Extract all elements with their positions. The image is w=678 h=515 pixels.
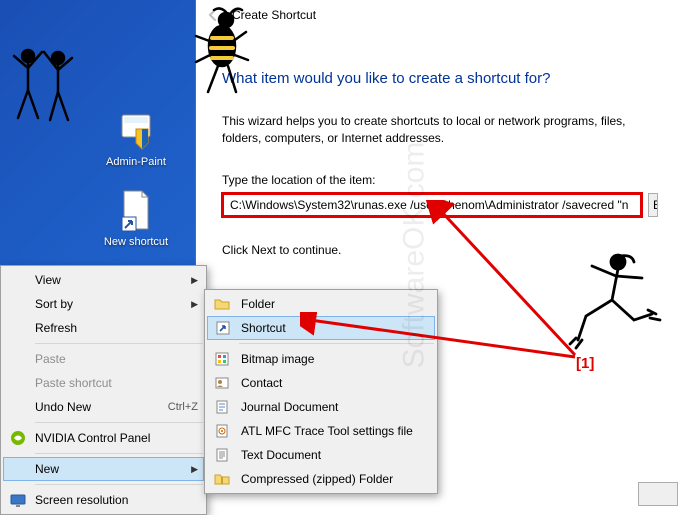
back-button[interactable] <box>204 6 222 24</box>
settings-file-icon <box>213 422 231 440</box>
menu-view[interactable]: View▶ <box>3 268 204 292</box>
menu-separator <box>35 343 203 344</box>
location-label: Type the location of the item: <box>222 173 658 187</box>
submenu-journal[interactable]: Journal Document <box>207 395 435 419</box>
menu-separator <box>239 343 434 344</box>
wizard-description: This wizard helps you to create shortcut… <box>222 113 658 147</box>
wizard-title: Create Shortcut <box>232 8 316 22</box>
chevron-right-icon: ▶ <box>191 275 198 286</box>
menu-undo-new[interactable]: Undo NewCtrl+Z <box>3 395 204 419</box>
new-submenu: Folder Shortcut Bitmap image Contact Jou… <box>204 289 438 494</box>
click-next-text: Click Next to continue. <box>222 243 658 257</box>
shortcut-icon <box>214 319 232 337</box>
menu-shortcut-key: Ctrl+Z <box>168 401 198 413</box>
submenu-folder[interactable]: Folder <box>207 292 435 316</box>
menu-refresh[interactable]: Refresh <box>3 316 204 340</box>
desktop-icon-label: New shortcut <box>104 236 168 248</box>
menu-separator <box>35 484 203 485</box>
menu-screen-resolution[interactable]: Screen resolution <box>3 488 204 512</box>
contact-icon <box>213 374 231 392</box>
menu-separator <box>35 453 203 454</box>
text-file-icon <box>213 446 231 464</box>
decoration-figure-right <box>556 248 666 358</box>
monitor-icon <box>9 491 27 509</box>
menu-sort-by[interactable]: Sort by▶ <box>3 292 204 316</box>
location-input[interactable] <box>222 193 642 217</box>
nvidia-icon <box>9 429 27 447</box>
submenu-compressed[interactable]: Compressed (zipped) Folder <box>207 467 435 491</box>
desktop-context-menu: View▶ Sort by▶ Refresh Paste Paste short… <box>0 265 207 515</box>
submenu-contact[interactable]: Contact <box>207 371 435 395</box>
shield-paint-icon <box>115 110 157 152</box>
submenu-shortcut[interactable]: Shortcut <box>207 316 435 340</box>
menu-nvidia[interactable]: NVIDIA Control Panel <box>3 426 204 450</box>
wizard-button-area[interactable] <box>638 482 678 506</box>
chevron-right-icon: ▶ <box>191 464 198 475</box>
shortcut-file-icon <box>115 190 157 232</box>
zip-folder-icon <box>213 470 231 488</box>
browse-button[interactable]: B <box>648 193 658 217</box>
wizard-titlebar: Create Shortcut <box>196 0 678 30</box>
journal-icon <box>213 398 231 416</box>
desktop-icon-new-shortcut[interactable]: New shortcut <box>98 190 174 248</box>
wizard-heading: What item would you like to create a sho… <box>222 70 658 87</box>
annotation-label-1: [1] <box>576 355 594 372</box>
menu-separator <box>35 422 203 423</box>
menu-new[interactable]: New▶ <box>3 457 204 481</box>
bitmap-icon <box>213 350 231 368</box>
chevron-right-icon: ▶ <box>191 299 198 310</box>
decoration-figures-left <box>6 38 88 128</box>
desktop-icon-admin-paint[interactable]: Admin-Paint <box>98 110 174 168</box>
folder-icon <box>213 295 231 313</box>
submenu-bitmap[interactable]: Bitmap image <box>207 347 435 371</box>
desktop-icon-label: Admin-Paint <box>106 156 166 168</box>
menu-paste-shortcut: Paste shortcut <box>3 371 204 395</box>
submenu-text-document[interactable]: Text Document <box>207 443 435 467</box>
menu-paste: Paste <box>3 347 204 371</box>
submenu-atl[interactable]: ATL MFC Trace Tool settings file <box>207 419 435 443</box>
